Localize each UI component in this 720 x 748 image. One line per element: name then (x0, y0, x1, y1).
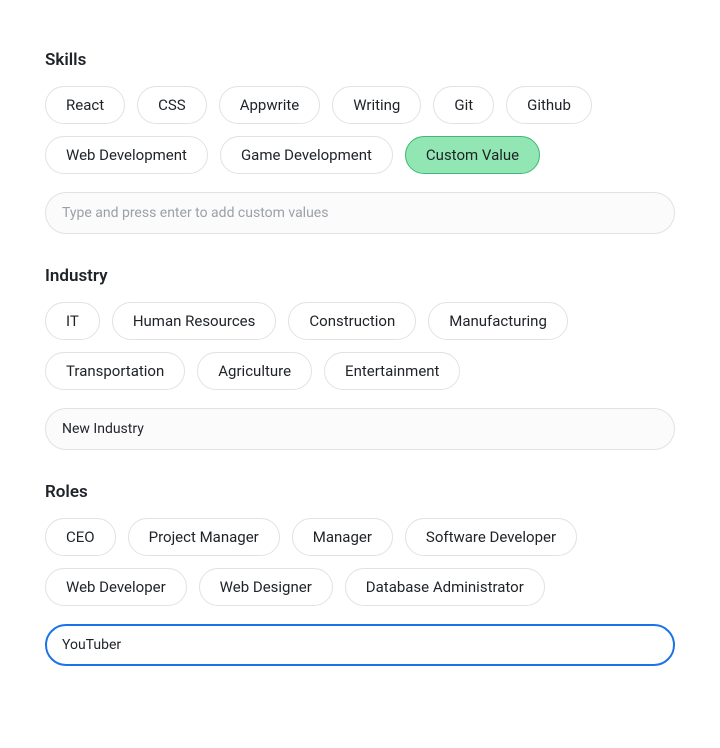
industry-chip[interactable]: Manufacturing (428, 302, 568, 340)
skill-chip-custom-value[interactable]: Custom Value (405, 136, 540, 174)
roles-chips: CEO Project Manager Manager Software Dev… (45, 518, 675, 606)
skill-chip[interactable]: Game Development (220, 136, 393, 174)
skills-chips: React CSS Appwrite Writing Git Github We… (45, 86, 675, 174)
skills-custom-input[interactable] (45, 192, 675, 234)
industry-chip[interactable]: Transportation (45, 352, 185, 390)
role-chip[interactable]: Web Designer (199, 568, 333, 606)
skill-chip[interactable]: Appwrite (219, 86, 321, 124)
skill-chip[interactable]: CSS (137, 86, 207, 124)
industry-title: Industry (45, 266, 675, 286)
skill-chip[interactable]: Writing (332, 86, 421, 124)
industry-chips: IT Human Resources Construction Manufact… (45, 302, 675, 390)
skill-chip[interactable]: React (45, 86, 125, 124)
industry-chip[interactable]: Human Resources (112, 302, 277, 340)
role-chip[interactable]: Software Developer (405, 518, 577, 556)
industry-chip[interactable]: Entertainment (324, 352, 460, 390)
skill-chip[interactable]: Github (506, 86, 592, 124)
role-chip[interactable]: Project Manager (128, 518, 280, 556)
skill-chip[interactable]: Git (433, 86, 494, 124)
roles-title: Roles (45, 482, 675, 502)
industry-section: Industry IT Human Resources Construction… (45, 266, 675, 450)
skills-title: Skills (45, 50, 675, 70)
skill-chip[interactable]: Web Development (45, 136, 208, 174)
role-chip[interactable]: Manager (292, 518, 393, 556)
roles-custom-input[interactable] (45, 624, 675, 666)
industry-chip[interactable]: Agriculture (197, 352, 312, 390)
role-chip[interactable]: Database Administrator (345, 568, 545, 606)
role-chip[interactable]: Web Developer (45, 568, 187, 606)
roles-section: Roles CEO Project Manager Manager Softwa… (45, 482, 675, 666)
role-chip[interactable]: CEO (45, 518, 116, 556)
industry-custom-input[interactable] (45, 408, 675, 450)
industry-chip[interactable]: Construction (288, 302, 416, 340)
industry-chip[interactable]: IT (45, 302, 100, 340)
skills-section: Skills React CSS Appwrite Writing Git Gi… (45, 50, 675, 234)
